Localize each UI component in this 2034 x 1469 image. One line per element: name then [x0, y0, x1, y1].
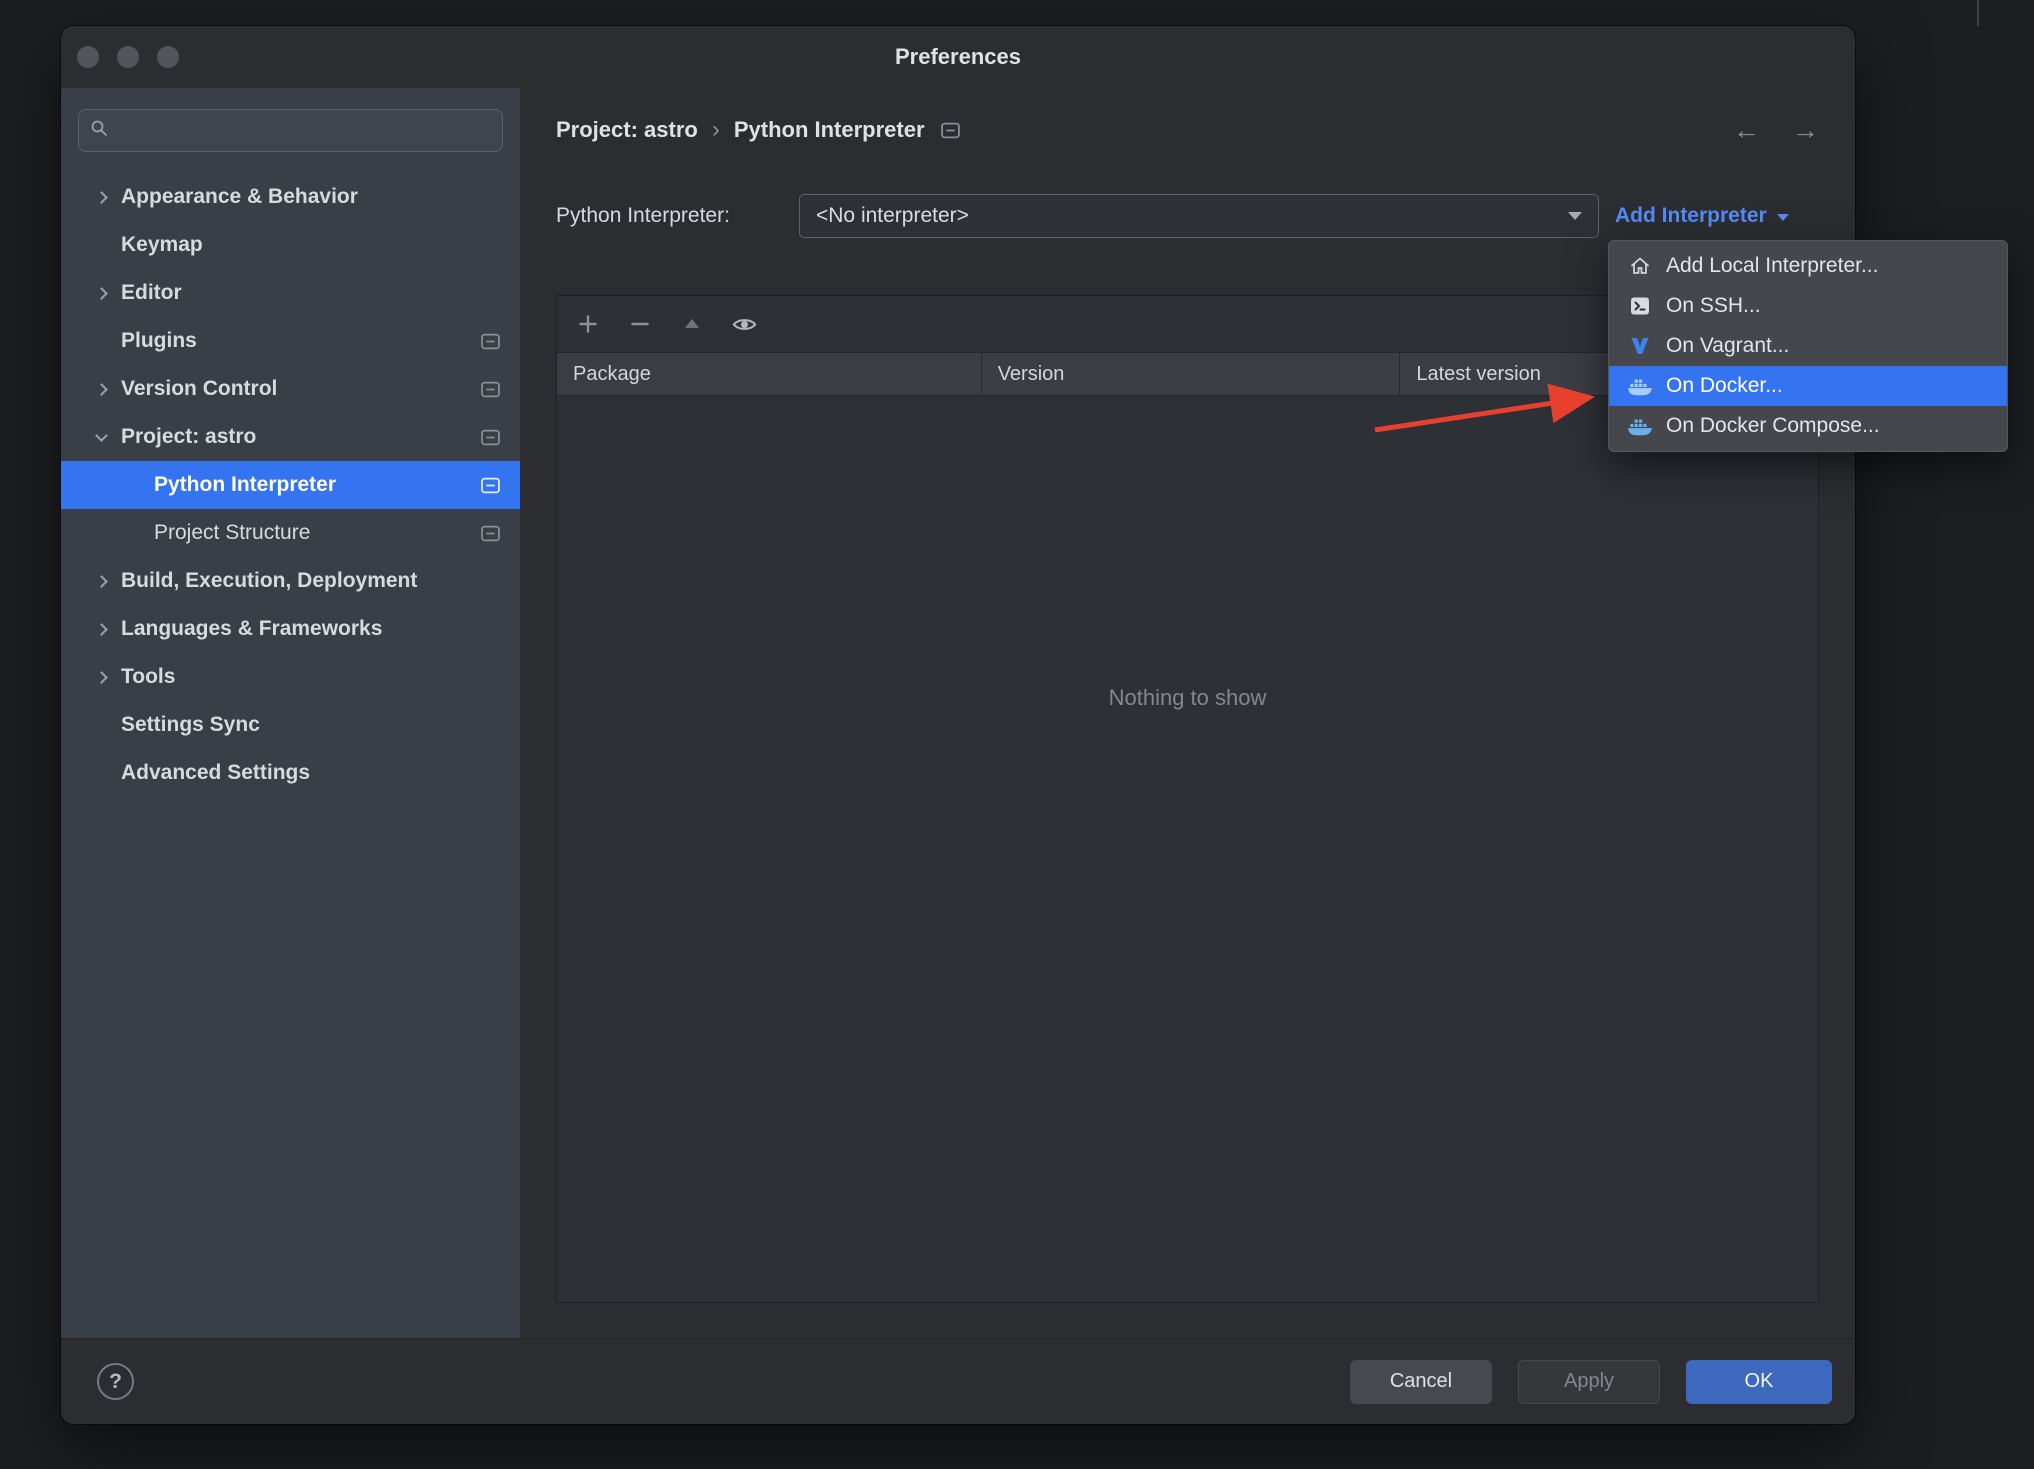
chevron-right-icon	[95, 622, 121, 636]
sidebar-item-python-interpreter[interactable]: Python Interpreter	[61, 461, 520, 509]
interpreter-row: Python Interpreter: <No interpreter> Add…	[556, 194, 1819, 238]
zoom-button[interactable]	[157, 46, 179, 68]
window-icon	[481, 381, 500, 398]
add-interpreter-menu: Add Local Interpreter... On SSH... On Va…	[1608, 240, 2008, 452]
interpreter-select[interactable]: <No interpreter>	[799, 194, 1599, 238]
minimize-button[interactable]	[117, 46, 139, 68]
ok-button[interactable]: OK	[1686, 1359, 1832, 1404]
chevron-right-icon	[95, 190, 121, 204]
docker-icon	[1627, 375, 1653, 397]
history-navigation: ← →	[1733, 115, 1819, 146]
sidebar-item-keymap[interactable]: Keymap	[61, 221, 520, 269]
add-package-button[interactable]	[573, 309, 603, 339]
titlebar: Preferences	[61, 26, 1855, 88]
window-icon	[481, 477, 500, 494]
question-mark-icon: ?	[109, 1369, 122, 1393]
docker-compose-icon	[1627, 415, 1653, 437]
search-icon	[89, 118, 109, 143]
empty-state-text: Nothing to show	[1108, 685, 1267, 710]
sidebar-item-languages-frameworks[interactable]: Languages & Frameworks	[61, 605, 520, 653]
add-interpreter-link[interactable]: Add Interpreter	[1615, 204, 1789, 228]
breadcrumb-separator-icon: ›	[711, 116, 720, 143]
chevron-right-icon	[95, 286, 121, 300]
window-icon	[481, 525, 500, 542]
forward-icon[interactable]: →	[1792, 115, 1819, 146]
window-title: Preferences	[895, 44, 1021, 69]
chevron-right-icon	[95, 574, 121, 588]
interpreter-selected-value: <No interpreter>	[816, 204, 969, 227]
sidebar-item-advanced-settings[interactable]: Advanced Settings	[61, 749, 520, 797]
help-button[interactable]: ?	[97, 1363, 134, 1400]
chevron-down-icon	[1568, 212, 1582, 220]
content-area: Appearance & Behavior Keymap Editor Plug…	[61, 88, 1855, 1338]
preferences-window: Preferences Appearance & Behavior Keymap…	[61, 26, 1855, 1424]
window-icon	[481, 333, 500, 350]
traffic-lights	[61, 46, 179, 68]
sidebar-item-version-control[interactable]: Version Control	[61, 365, 520, 413]
home-icon	[1627, 254, 1653, 278]
settings-search-field[interactable]	[78, 109, 503, 152]
back-icon[interactable]: ←	[1733, 115, 1760, 146]
sidebar-item-plugins[interactable]: Plugins	[61, 317, 520, 365]
settings-sidebar: Appearance & Behavior Keymap Editor Plug…	[61, 88, 520, 1338]
chevron-right-icon	[95, 382, 121, 396]
sidebar-item-project-structure[interactable]: Project Structure	[61, 509, 520, 557]
breadcrumb-project[interactable]: Project: astro	[556, 117, 698, 143]
sidebar-item-tools[interactable]: Tools	[61, 653, 520, 701]
minus-icon	[631, 322, 649, 326]
interpreter-label: Python Interpreter:	[556, 204, 730, 227]
search-input[interactable]	[116, 118, 492, 143]
settings-tree: Appearance & Behavior Keymap Editor Plug…	[61, 173, 520, 797]
sidebar-item-build-execution-deployment[interactable]: Build, Execution, Deployment	[61, 557, 520, 605]
breadcrumb-page: Python Interpreter	[733, 117, 925, 142]
menu-item-add-local-interpreter[interactable]: Add Local Interpreter...	[1609, 246, 2007, 286]
menu-item-on-vagrant[interactable]: On Vagrant...	[1609, 326, 2007, 366]
menu-item-on-ssh[interactable]: On SSH...	[1609, 286, 2007, 326]
apply-button[interactable]: Apply	[1518, 1359, 1660, 1404]
close-button[interactable]	[77, 46, 99, 68]
menu-item-on-docker[interactable]: On Docker...	[1609, 366, 2007, 406]
show-early-releases-button[interactable]	[729, 309, 759, 339]
column-header-version[interactable]: Version	[980, 353, 1400, 395]
sidebar-item-project-astro[interactable]: Project: astro	[61, 413, 520, 461]
screen-divider-line	[1977, 0, 1979, 26]
sidebar-item-editor[interactable]: Editor	[61, 269, 520, 317]
chevron-right-icon	[95, 670, 121, 684]
menu-item-on-docker-compose[interactable]: On Docker Compose...	[1609, 406, 2007, 446]
column-header-package[interactable]: Package	[557, 353, 981, 395]
eye-icon	[732, 318, 756, 330]
desktop: Preferences Appearance & Behavior Keymap…	[0, 0, 2034, 1469]
triangle-up-icon	[685, 319, 699, 328]
remove-package-button[interactable]	[625, 309, 655, 339]
window-icon	[940, 122, 960, 139]
plus-icon	[579, 315, 597, 333]
terminal-icon	[1627, 294, 1653, 318]
dialog-footer: ? Cancel Apply OK	[61, 1338, 1855, 1424]
chevron-down-icon	[1776, 214, 1789, 221]
chevron-down-icon	[95, 428, 121, 442]
vagrant-icon	[1627, 334, 1653, 358]
breadcrumb: Project: astro › Python Interpreter ← →	[556, 110, 1819, 150]
upgrade-package-button[interactable]	[677, 309, 707, 339]
cancel-button[interactable]: Cancel	[1350, 1359, 1492, 1404]
sidebar-item-appearance-behavior[interactable]: Appearance & Behavior	[61, 173, 520, 221]
sidebar-item-settings-sync[interactable]: Settings Sync	[61, 701, 520, 749]
window-icon	[481, 429, 500, 446]
packages-table-body: Nothing to show	[557, 396, 1818, 1302]
